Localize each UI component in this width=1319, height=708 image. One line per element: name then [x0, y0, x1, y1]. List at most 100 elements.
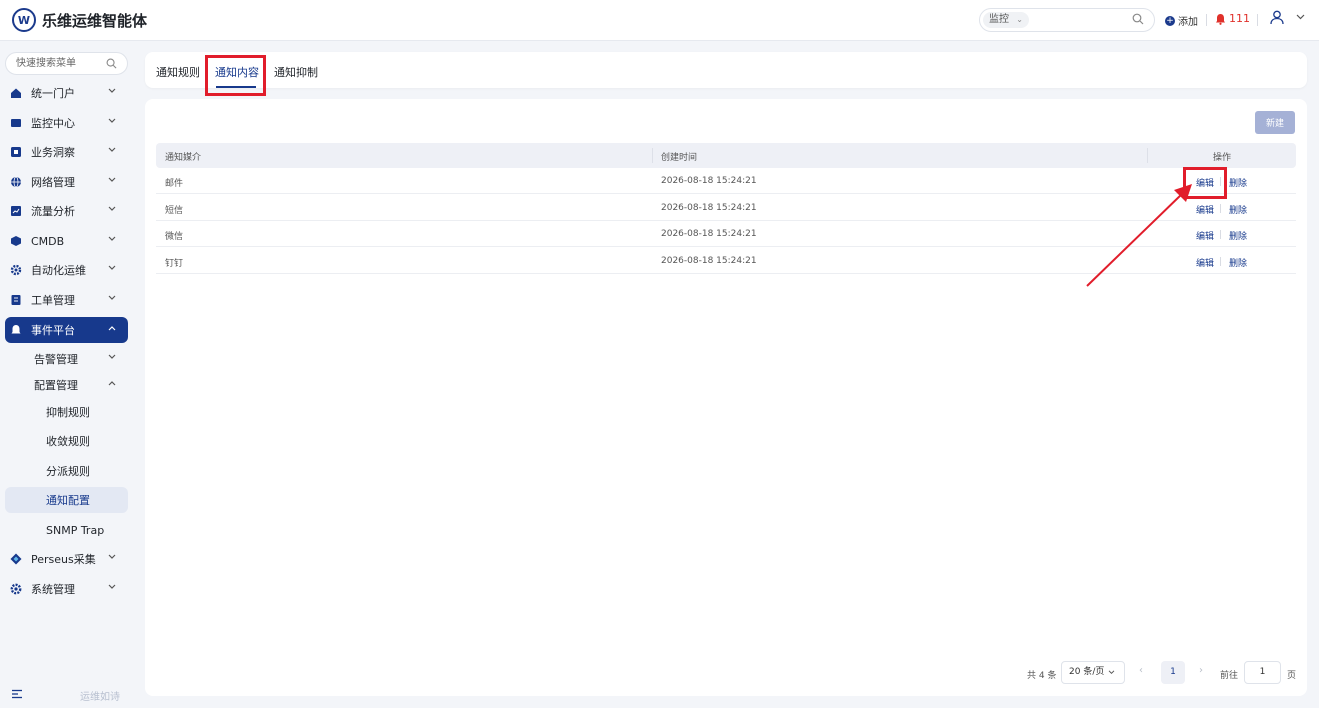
prev-page-button[interactable]: ‹ — [1139, 665, 1143, 676]
monitor-icon — [10, 117, 22, 129]
user-icon[interactable] — [1270, 10, 1284, 25]
page-number-current[interactable]: 1 — [1161, 661, 1185, 684]
sidebar-subitem-convergence-rules[interactable]: 收敛规则 — [5, 428, 128, 454]
sidebar-item-label: 工单管理 — [31, 294, 75, 307]
sidebar-item-label: 抑制规则 — [46, 406, 90, 419]
sidebar-item-portal[interactable]: 统一门户 — [5, 80, 128, 106]
sidebar-item-event-platform[interactable]: 事件平台 — [5, 317, 128, 343]
settings-icon — [10, 583, 22, 595]
sidebar-item-label: 分派规则 — [46, 465, 90, 478]
cell-created: 2026-08-18 15:24:21 — [661, 229, 757, 239]
sidebar-item-traffic[interactable]: 流量分析 — [5, 198, 128, 224]
page-size-select[interactable]: 20 条/页 — [1061, 661, 1125, 684]
tab-notification-rules[interactable]: 通知规则 — [156, 64, 200, 80]
sidebar-subitem-snmp-trap[interactable]: SNMP Trap — [5, 517, 128, 543]
chevron-down-icon — [108, 147, 116, 152]
header-divider — [1206, 14, 1207, 26]
sidebar-item-tickets[interactable]: 工单管理 — [5, 287, 128, 313]
cube-icon — [10, 235, 22, 247]
chart-icon — [10, 205, 22, 217]
app-logo[interactable]: W — [12, 8, 36, 32]
next-page-button[interactable]: › — [1199, 665, 1203, 676]
goto-label: 前往 — [1220, 671, 1239, 681]
delete-button[interactable]: 删除 — [1229, 176, 1247, 189]
delete-button[interactable]: 删除 — [1229, 203, 1247, 216]
chevron-down-icon — [108, 118, 116, 123]
sidebar-item-label: 统一门户 — [31, 87, 75, 100]
cell-created: 2026-08-18 15:24:21 — [661, 203, 757, 213]
column-divider — [652, 148, 653, 163]
chevron-down-icon — [108, 554, 116, 559]
column-header-created: 创建时间 — [661, 153, 698, 163]
sidebar-subitem-dispatch-rules[interactable]: 分派规则 — [5, 458, 128, 484]
chevron-down-icon — [108, 236, 116, 241]
chevron-up-icon — [108, 326, 116, 331]
alert-notifications[interactable]: 111 — [1215, 12, 1250, 25]
insight-icon — [10, 146, 22, 158]
delete-button[interactable]: 删除 — [1229, 229, 1247, 242]
sidebar-item-perseus[interactable]: Perseus采集 — [5, 546, 128, 572]
search-scope-select[interactable]: 监控 ⌄ — [983, 12, 1029, 28]
chevron-up-icon — [108, 381, 116, 386]
cell-created: 2026-08-18 15:24:21 — [661, 256, 757, 266]
cell-created: 2026-08-18 15:24:21 — [661, 176, 757, 186]
sidebar-item-label: 系统管理 — [31, 583, 75, 596]
footer-slogan: 运维如诗 — [80, 692, 120, 703]
bell-icon — [10, 324, 22, 336]
sidebar-item-cmdb[interactable]: CMDB — [5, 228, 128, 254]
pagination-total: 共 4 条 — [1027, 671, 1057, 681]
chevron-down-icon[interactable] — [1296, 14, 1305, 20]
menu-search-input[interactable]: 快速搜索菜单 — [5, 52, 128, 75]
cell-medium: 邮件 — [165, 179, 184, 189]
sidebar-subitem-notification-config[interactable]: 通知配置 — [5, 487, 128, 513]
sidebar-item-label: 网络管理 — [31, 176, 75, 189]
alert-count: 111 — [1229, 12, 1250, 25]
new-button[interactable]: 新建 — [1255, 111, 1295, 134]
annotation-arrow-icon — [1086, 184, 1192, 287]
sidebar-item-label: 告警管理 — [34, 353, 78, 366]
sidebar-item-label: 配置管理 — [34, 379, 78, 392]
sidebar-item-label: Perseus采集 — [31, 553, 96, 566]
chevron-down-icon — [108, 354, 116, 359]
top-header: W 乐维运维智能体 监控 ⌄ + 添加 111 — [0, 0, 1319, 41]
cell-medium: 短信 — [165, 206, 184, 216]
sidebar-item-monitoring[interactable]: 监控中心 — [5, 110, 128, 136]
globe-icon — [10, 176, 22, 188]
sidebar-subitem-alert-management[interactable]: 告警管理 — [5, 346, 128, 372]
action-divider — [1220, 230, 1221, 239]
sidebar-subitem-config-management[interactable]: 配置管理 — [5, 372, 128, 398]
sidebar-item-label: 事件平台 — [31, 324, 75, 337]
search-icon[interactable] — [106, 58, 117, 69]
chevron-down-icon — [108, 177, 116, 182]
goto-page-input[interactable]: 1 — [1244, 661, 1281, 684]
page-suffix: 页 — [1287, 671, 1297, 681]
collapse-menu-icon[interactable] — [11, 689, 23, 699]
action-divider — [1220, 204, 1221, 213]
annotation-highlight-box — [205, 55, 266, 96]
search-icon[interactable] — [1132, 13, 1144, 25]
chevron-down-icon — [108, 584, 116, 589]
sidebar-item-label: 业务洞察 — [31, 146, 75, 159]
chevron-down-icon — [108, 206, 116, 211]
action-divider — [1220, 257, 1221, 266]
plus-icon: + — [1165, 15, 1175, 26]
sidebar-item-business-insight[interactable]: 业务洞察 — [5, 139, 128, 165]
sidebar-item-label: 收敛规则 — [46, 435, 90, 448]
sidebar-item-automation[interactable]: 自动化运维 — [5, 257, 128, 283]
global-search[interactable]: 监控 ⌄ — [979, 8, 1155, 32]
tab-notification-suppression[interactable]: 通知抑制 — [274, 64, 318, 80]
sidebar-subitem-suppression-rules[interactable]: 抑制规则 — [5, 399, 128, 425]
bell-icon — [1216, 13, 1225, 25]
app-title: 乐维运维智能体 — [42, 12, 148, 30]
page-size-label: 20 条/页 — [1069, 667, 1105, 677]
sidebar-item-system[interactable]: 系统管理 — [5, 576, 128, 602]
cell-medium: 微信 — [165, 232, 184, 242]
add-button[interactable]: + 添加 — [1165, 13, 1198, 28]
sidebar-item-network[interactable]: 网络管理 — [5, 169, 128, 195]
cell-medium: 钉钉 — [165, 259, 184, 269]
delete-button[interactable]: 删除 — [1229, 256, 1247, 269]
diamond-icon — [10, 553, 22, 565]
sidebar-item-label: CMDB — [31, 234, 65, 248]
menu-search-placeholder: 快速搜索菜单 — [16, 58, 76, 69]
add-button-label: 添加 — [1178, 17, 1198, 28]
